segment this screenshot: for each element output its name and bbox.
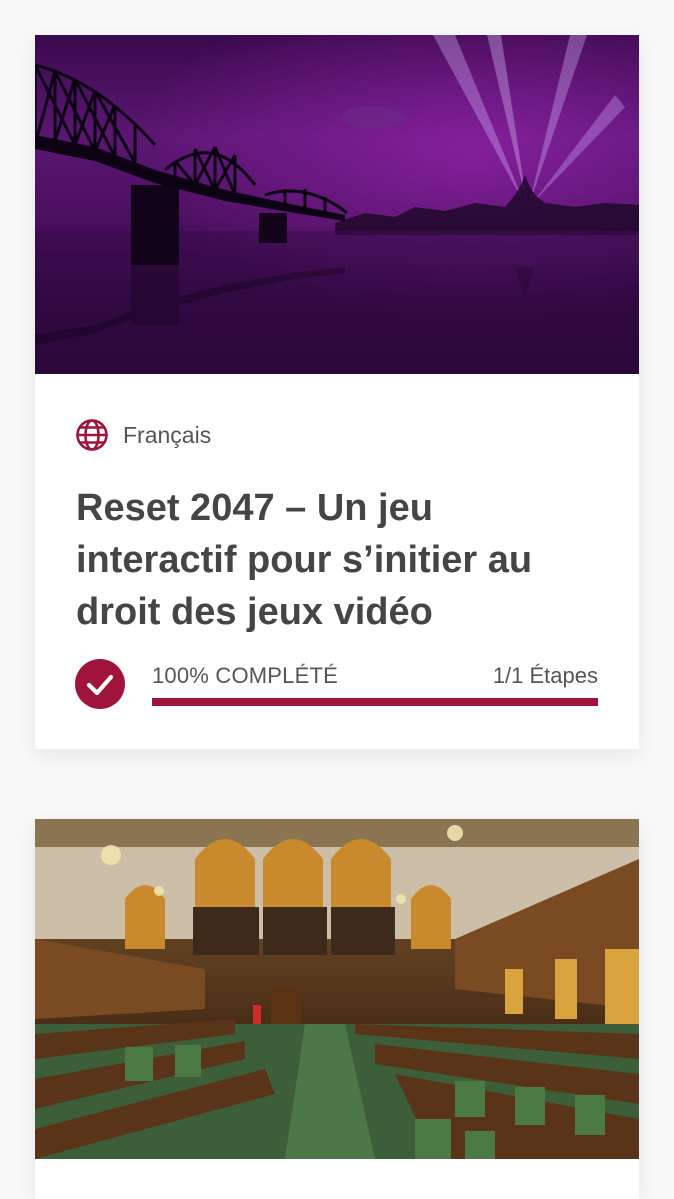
globe-icon [75,418,109,452]
steps-count-label: 1/1 Étapes [492,663,598,688]
check-circle-icon [75,659,125,709]
progress-percent-label: 100% COMPLÉTÉ [152,663,339,688]
language-row: Français [75,418,211,452]
progress-bar [152,698,598,706]
course-card[interactable] [35,819,639,1199]
course-card[interactable]: Français Reset 2047 – Un jeu interactif … [35,35,639,749]
course-image[interactable] [35,35,639,374]
course-title[interactable]: Reset 2047 – Un jeu interactif pour s’in… [76,482,596,638]
language-label: Français [123,421,212,448]
course-image[interactable] [35,819,639,1159]
progress-bar-fill [152,698,598,706]
